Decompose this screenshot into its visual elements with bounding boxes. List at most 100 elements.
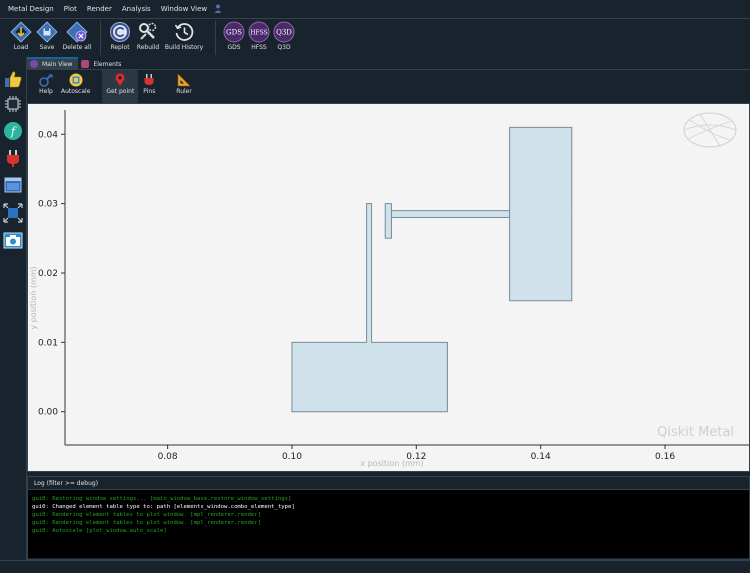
get-point-icon	[115, 73, 125, 86]
delete-all-label: Delete all	[62, 44, 92, 51]
tab-main-view[interactable]: Main View	[27, 57, 79, 69]
y-tick-label: 0.04	[38, 130, 58, 140]
menu-window-view[interactable]: Window View	[156, 5, 212, 13]
q3d-icon: Q3D	[273, 21, 295, 43]
q3d-button[interactable]: Q3D Q3D	[272, 19, 296, 51]
q3d-label: Q3D	[277, 44, 291, 51]
screenshot-icon	[3, 232, 23, 249]
y-tick-label: 0.02	[38, 269, 58, 279]
rebuild-button[interactable]: Rebuild	[133, 19, 163, 51]
tab-elements-label: Elements	[93, 60, 122, 68]
y-tick-label: 0.01	[38, 338, 58, 348]
ruler-icon	[177, 73, 191, 87]
get-point-button[interactable]: Get point	[102, 70, 139, 103]
help-label: Help	[39, 88, 53, 95]
tab-main-view-label: Main View	[42, 60, 73, 68]
main-view-icon	[30, 60, 38, 68]
menu-metal-design[interactable]: Metal Design	[0, 5, 59, 13]
x-axis-label: x position (mm)	[360, 459, 423, 468]
window-icon	[4, 177, 22, 193]
menu-analysis[interactable]: Analysis	[117, 5, 156, 13]
plot-toolbar: Help Autoscale Get point Pins Ruler	[27, 70, 750, 103]
left-button-plug[interactable]	[2, 147, 24, 169]
hfss-icon: HFSS	[248, 21, 270, 43]
left-button-thumbs-up[interactable]	[2, 68, 24, 90]
delete-all-icon	[66, 21, 88, 43]
x-tick-label: 0.08	[158, 452, 178, 462]
save-label: Save	[39, 44, 55, 51]
toolbar-separator	[100, 21, 101, 55]
plot-canvas[interactable]: 0.08 0.10 0.12 0.14 0.16 0.00 0.01 0.02 0.03 0.04…	[27, 103, 750, 472]
autoscale-button[interactable]: Autoscale	[57, 70, 94, 103]
tab-elements[interactable]: Elements	[78, 57, 128, 69]
thumbs-up-icon	[5, 71, 22, 88]
autoscale-icon	[69, 73, 83, 87]
layout-plot[interactable]: 0.08 0.10 0.12 0.14 0.160.000.010.020.030.04…	[28, 104, 749, 471]
hfss-label: HFSS	[251, 44, 267, 51]
x-tick-label: 0.14	[531, 452, 551, 462]
user-icon[interactable]	[214, 4, 222, 15]
gds-badge-text: GDS	[226, 29, 242, 37]
rebuild-icon	[139, 22, 157, 40]
log-header: Log (filter >= debug)	[28, 477, 749, 490]
hfss-button[interactable]: HFSS HFSS	[246, 19, 272, 51]
gds-icon: GDS	[223, 21, 245, 43]
load-button[interactable]: Load	[8, 19, 34, 51]
save-icon	[36, 21, 58, 43]
help-button[interactable]: Help	[35, 70, 57, 103]
qiskit-logo-icon	[683, 112, 737, 148]
left-toolbar: f	[0, 57, 27, 560]
left-button-screenshot[interactable]	[2, 229, 24, 251]
chip-icon	[5, 96, 21, 112]
menu-plot[interactable]: Plot	[59, 5, 82, 13]
function-icon: f	[4, 122, 22, 140]
x-tick-label: 0.16	[655, 452, 675, 462]
replot-label: Replot	[110, 44, 130, 51]
log-line: gui0: Restoring window settings... [main…	[32, 496, 292, 502]
plug-icon	[7, 150, 19, 167]
pins-label: Pins	[143, 88, 156, 95]
load-icon	[10, 21, 32, 43]
load-label: Load	[13, 44, 29, 51]
log-line: gui0: Autoscale [plot_window.auto_scale]	[32, 528, 167, 534]
pins-icon	[144, 74, 154, 85]
help-icon	[39, 74, 53, 87]
gds-button[interactable]: GDS GDS	[222, 19, 246, 51]
replot-button[interactable]: Replot	[107, 19, 133, 51]
log-line: gui0: Rendering element tables to plot w…	[32, 520, 262, 526]
main-toolbar: Load Save Delete all Replot Rebuild Buil…	[0, 19, 750, 57]
hfss-badge-text: HFSS	[250, 29, 268, 36]
build-history-button[interactable]: Build History	[163, 19, 205, 51]
left-button-window[interactable]	[2, 174, 24, 196]
q3d-badge-text: Q3D	[276, 29, 292, 37]
elements-icon	[81, 60, 90, 68]
ruler-button[interactable]: Ruler	[172, 70, 196, 103]
status-bar	[0, 560, 750, 573]
fit-icon	[3, 203, 23, 223]
gds-label: GDS	[227, 44, 241, 51]
save-button[interactable]: Save	[34, 19, 60, 51]
left-button-chip[interactable]	[2, 93, 24, 115]
build-history-label: Build History	[164, 44, 204, 51]
log-line: gui0: Changed element table type to: pat…	[32, 504, 295, 510]
ruler-label: Ruler	[176, 88, 192, 95]
lower-pad[interactable]	[291, 203, 448, 413]
menu-bar: Metal Design Plot Render Analysis Window…	[0, 0, 750, 19]
y-axis-label: y position (mm)	[29, 266, 38, 329]
pins-button[interactable]: Pins	[138, 70, 160, 103]
left-button-function[interactable]: f	[2, 120, 24, 142]
rebuild-label: Rebuild	[136, 44, 160, 51]
shapes-layer	[291, 126, 573, 413]
y-tick-label: 0.03	[38, 200, 58, 210]
menu-render[interactable]: Render	[82, 5, 117, 13]
log-line: gui0: Rendering element tables to plot w…	[32, 512, 262, 518]
history-icon	[174, 23, 194, 41]
toolbar-separator	[215, 21, 216, 55]
upper-pad[interactable]	[384, 126, 573, 302]
log-output[interactable]: gui0: Restoring window settings... [main…	[28, 490, 749, 558]
watermark-text: Qiskit Metal	[657, 425, 734, 440]
delete-all-button[interactable]: Delete all	[60, 19, 94, 51]
log-panel: Log (filter >= debug) gui0: Restoring wi…	[27, 476, 750, 560]
autoscale-label: Autoscale	[61, 88, 91, 95]
left-button-fit[interactable]	[2, 202, 24, 224]
